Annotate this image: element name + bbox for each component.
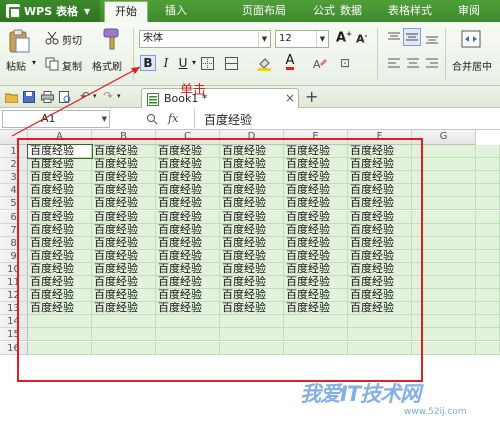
watermark-text: 我爱IT技术网 bbox=[300, 382, 421, 406]
annotation-callout: 单击 bbox=[180, 83, 207, 98]
annotation-arrow bbox=[11, 66, 141, 137]
wps-window: WPS 表格 ▼ 开始 插入 页面布局 公式 数据 表格样式 审阅 粘贴 ▾ 剪… bbox=[0, 0, 500, 425]
watermark-url: www.52ij.com bbox=[404, 407, 467, 417]
